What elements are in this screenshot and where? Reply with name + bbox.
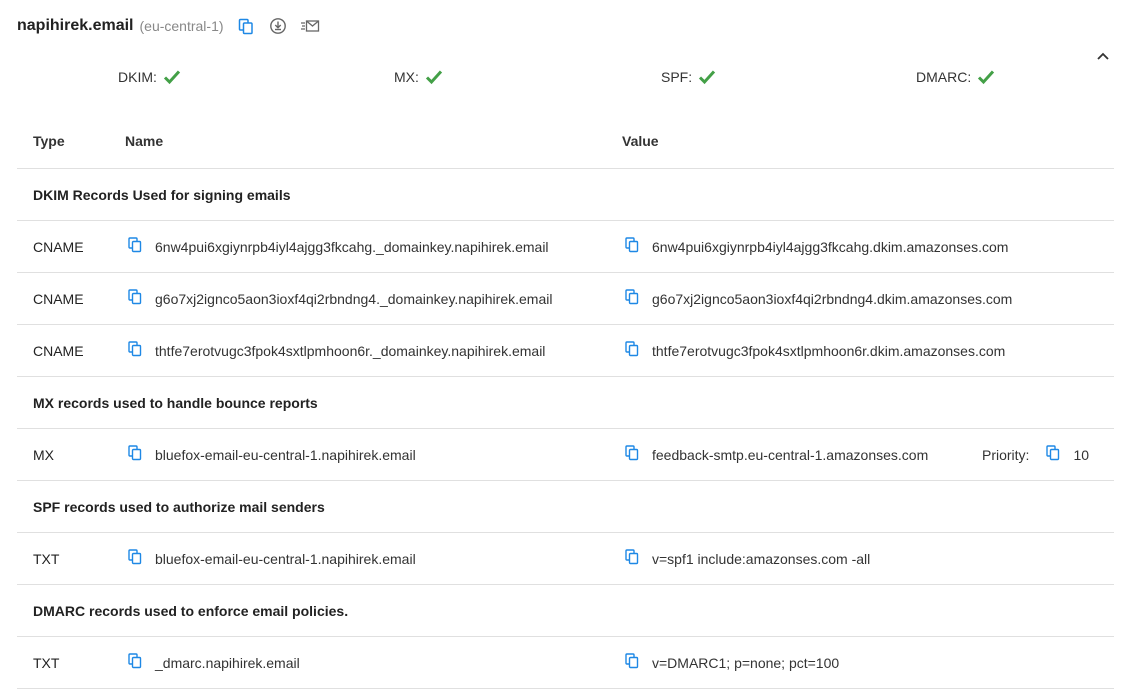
section-title: DKIM Records Used for signing emails	[33, 186, 291, 203]
record-value: g6o7xj2ignco5aon3ioxf4qi2rbndng4.dkim.am…	[652, 290, 1013, 307]
record-value-cell: v=spf1 include:amazonses.com -all	[622, 533, 870, 584]
record-type: TXT	[33, 550, 60, 567]
record-value: v=DMARC1; p=none; pct=100	[652, 654, 840, 671]
record-value-cell: thtfe7erotvugc3fpok4sxtlpmhoon6r.dkim.am…	[622, 325, 1005, 376]
priority-label: Priority:	[982, 446, 1030, 463]
column-header-type: Type	[33, 133, 65, 149]
record-type: TXT	[33, 654, 60, 671]
record-name: bluefox-email-eu-central-1.napihirek.ema…	[155, 446, 416, 463]
record-value-cell: v=DMARC1; p=none; pct=100	[622, 637, 839, 688]
copy-icon	[1046, 445, 1060, 464]
section-title: DMARC records used to enforce email poli…	[33, 602, 349, 619]
check-icon	[698, 69, 716, 85]
copy-name-button[interactable]	[125, 445, 145, 465]
dns-records-table: Type Name Value DKIM Records Used for si…	[17, 114, 1114, 689]
status-dmarc: DMARC:	[916, 66, 995, 88]
collapse-button[interactable]	[1092, 46, 1114, 68]
record-value: thtfe7erotvugc3fpok4sxtlpmhoon6r.dkim.am…	[652, 342, 1006, 359]
record-type: CNAME	[33, 342, 84, 359]
copy-value-button[interactable]	[622, 341, 642, 361]
table-row: CNAME g6o7xj2ignco5aon3ioxf4qi2rbndng4._d…	[17, 273, 1114, 325]
copy-value-button[interactable]	[622, 289, 642, 309]
record-name: _dmarc.napihirek.email	[155, 654, 300, 671]
section-row: MX records used to handle bounce reports	[17, 377, 1114, 429]
copy-value-button[interactable]	[622, 445, 642, 465]
section-title: MX records used to handle bounce reports	[33, 394, 318, 411]
copy-name-button[interactable]	[125, 549, 145, 569]
domain-title: napihirek.email	[17, 17, 134, 34]
copy-icon	[625, 289, 639, 308]
chevron-up-icon	[1096, 48, 1110, 66]
copy-icon	[625, 445, 639, 464]
status-label: DMARC:	[916, 69, 972, 85]
table-row: CNAME thtfe7erotvugc3fpok4sxtlpmhoon6r._d…	[17, 325, 1114, 377]
table-row: MX bluefox-email-eu-central-1.napihirek.e…	[17, 429, 1114, 481]
section-row: DMARC records used to enforce email poli…	[17, 585, 1114, 637]
record-name: g6o7xj2ignco5aon3ioxf4qi2rbndng4._domain…	[155, 290, 553, 307]
copy-icon	[128, 341, 142, 360]
table-row: TXT bluefox-email-eu-central-1.napihirek.…	[17, 533, 1114, 585]
record-name-cell: 6nw4pui6xgiynrpb4iyl4ajgg3fkcahg._domain…	[125, 221, 549, 272]
mail-icon[interactable]	[300, 16, 320, 36]
status-label: MX:	[394, 69, 419, 85]
record-value: feedback-smtp.eu-central-1.amazonses.com	[652, 446, 929, 463]
check-icon	[977, 69, 995, 85]
section-row: SPF records used to authorize mail sende…	[17, 481, 1114, 533]
download-icon[interactable]	[268, 16, 288, 36]
status-mx: MX:	[394, 66, 443, 88]
status-label: SPF:	[661, 69, 693, 85]
copy-name-button[interactable]	[125, 237, 145, 257]
record-value-cell: 6nw4pui6xgiynrpb4iyl4ajgg3fkcahg.dkim.am…	[622, 221, 1008, 272]
copy-icon	[625, 549, 639, 568]
section-row: DKIM Records Used for signing emails	[17, 169, 1114, 221]
record-priority-cell: Priority: 10	[982, 429, 1089, 480]
copy-name-button[interactable]	[125, 341, 145, 361]
copy-value-button[interactable]	[622, 653, 642, 673]
record-name-cell: g6o7xj2ignco5aon3ioxf4qi2rbndng4._domain…	[125, 273, 552, 324]
record-name-cell: bluefox-email-eu-central-1.napihirek.ema…	[125, 429, 416, 480]
status-label: DKIM:	[118, 69, 157, 85]
copy-icon	[625, 653, 639, 672]
copy-icon	[625, 237, 639, 256]
copy-name-button[interactable]	[125, 653, 145, 673]
record-name-cell: thtfe7erotvugc3fpok4sxtlpmhoon6r._domain…	[125, 325, 545, 376]
record-type: CNAME	[33, 238, 84, 255]
record-name: bluefox-email-eu-central-1.napihirek.ema…	[155, 550, 416, 567]
record-value: v=spf1 include:amazonses.com -all	[652, 550, 871, 567]
section-title: SPF records used to authorize mail sende…	[33, 498, 325, 515]
copy-priority-button[interactable]	[1043, 445, 1063, 465]
column-header-name: Name	[125, 133, 164, 149]
record-value: 6nw4pui6xgiynrpb4iyl4ajgg3fkcahg.dkim.am…	[652, 238, 1009, 255]
copy-value-button[interactable]	[622, 237, 642, 257]
domain-region: (eu-central-1)	[139, 18, 224, 34]
table-row: CNAME 6nw4pui6xgiynrpb4iyl4ajgg3fkcahg._d…	[17, 221, 1114, 273]
record-name-cell: bluefox-email-eu-central-1.napihirek.ema…	[125, 533, 416, 584]
domain-header: napihirek.email (eu-central-1)	[17, 14, 320, 38]
copy-icon	[128, 653, 142, 672]
record-value-cell: g6o7xj2ignco5aon3ioxf4qi2rbndng4.dkim.am…	[622, 273, 1012, 324]
status-spf: SPF:	[661, 66, 716, 88]
copy-icon[interactable]	[236, 16, 256, 36]
table-row: TXT _dmarc.napihirek.email v=DMARC1; p=non…	[17, 637, 1114, 689]
record-type: CNAME	[33, 290, 84, 307]
column-header-value: Value	[622, 133, 659, 149]
table-header-row: Type Name Value	[17, 114, 1114, 169]
record-name: thtfe7erotvugc3fpok4sxtlpmhoon6r._domain…	[155, 342, 546, 359]
record-value-cell: feedback-smtp.eu-central-1.amazonses.com	[622, 429, 928, 480]
copy-icon	[128, 549, 142, 568]
record-type: MX	[33, 446, 54, 463]
record-name-cell: _dmarc.napihirek.email	[125, 637, 300, 688]
priority-value: 10	[1073, 446, 1090, 463]
copy-icon	[128, 445, 142, 464]
check-icon	[425, 69, 443, 85]
copy-name-button[interactable]	[125, 289, 145, 309]
copy-icon	[128, 289, 142, 308]
record-name: 6nw4pui6xgiynrpb4iyl4ajgg3fkcahg._domain…	[155, 238, 549, 255]
check-icon	[163, 69, 181, 85]
copy-icon	[625, 341, 639, 360]
status-dkim: DKIM:	[118, 66, 181, 88]
copy-value-button[interactable]	[622, 549, 642, 569]
copy-icon	[128, 237, 142, 256]
